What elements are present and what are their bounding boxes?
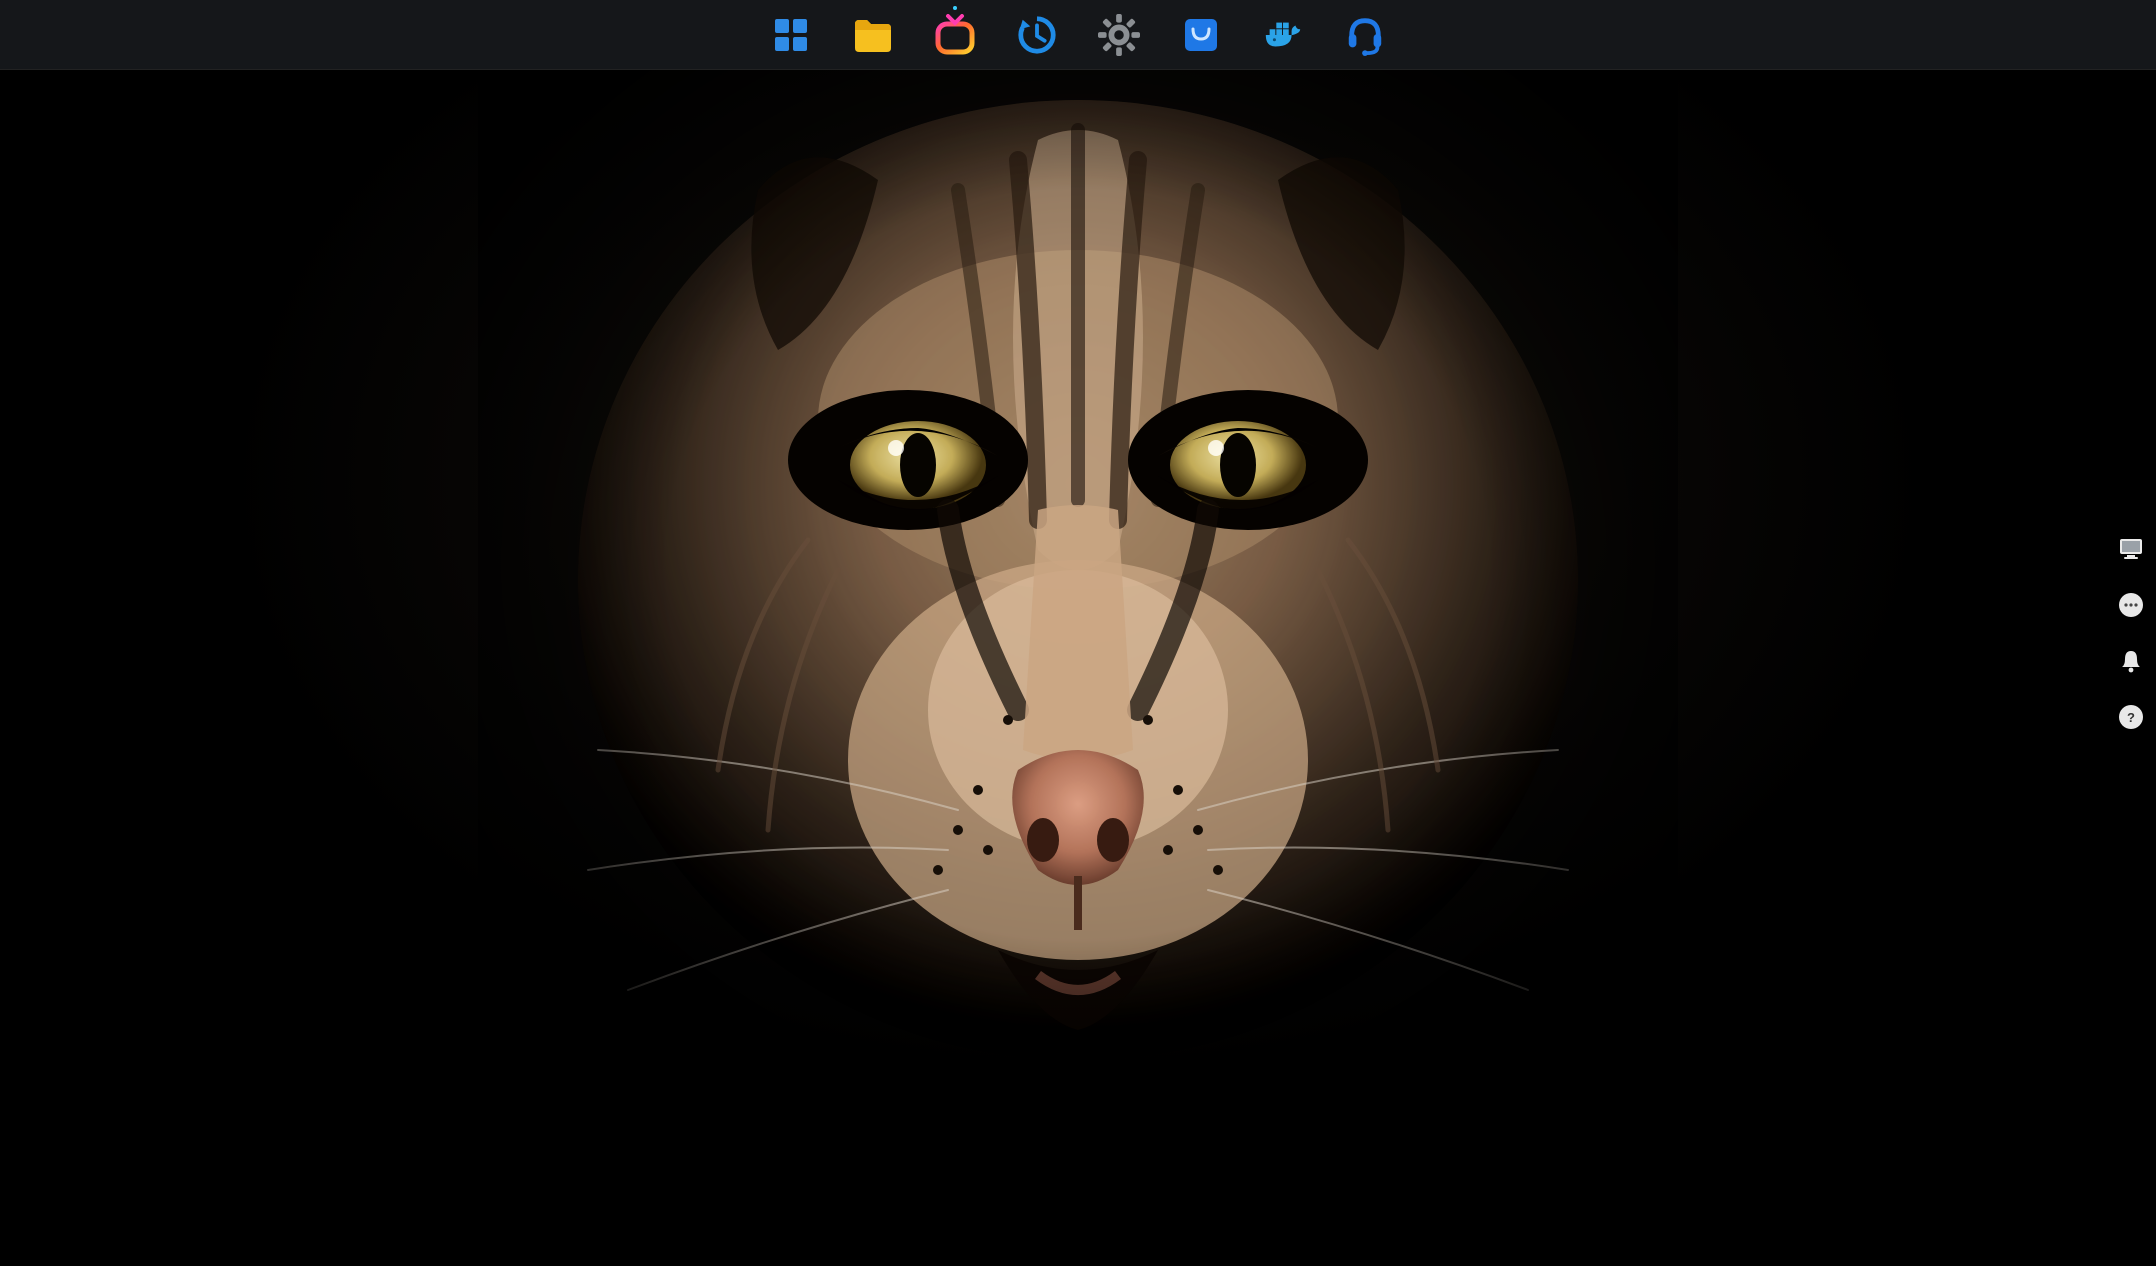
clock-icon (1016, 13, 1058, 57)
grid-icon (771, 15, 811, 55)
monitor-icon (2119, 538, 2143, 560)
taskbar-item-backup[interactable] (1016, 14, 1058, 56)
docker-icon (1262, 15, 1304, 55)
headset-icon (1344, 14, 1386, 56)
taskbar-item-support[interactable] (1344, 14, 1386, 56)
gear-icon (1098, 13, 1140, 57)
taskbar (0, 0, 2156, 70)
taskbar-item-docker[interactable] (1262, 14, 1304, 56)
side-widget-pc[interactable] (2118, 536, 2144, 562)
folder-icon (853, 16, 893, 54)
notification-dot-icon (953, 6, 957, 10)
tv-icon (934, 14, 976, 56)
side-widget-chat[interactable] (2118, 592, 2144, 618)
side-panel: ? (2118, 536, 2144, 730)
taskbar-item-store[interactable] (1180, 14, 1222, 56)
help-icon: ? (2119, 705, 2143, 729)
taskbar-item-settings[interactable] (1098, 14, 1140, 56)
bell-icon (2120, 649, 2142, 673)
chat-icon (2119, 593, 2143, 617)
taskbar-item-files[interactable] (852, 14, 894, 56)
side-widget-help[interactable]: ? (2118, 704, 2144, 730)
bag-icon (1181, 15, 1221, 55)
side-widget-notify[interactable] (2118, 648, 2144, 674)
taskbar-item-apps[interactable] (770, 14, 812, 56)
wallpaper-subject-wildcat (478, 70, 1678, 1170)
taskbar-item-media[interactable] (934, 14, 976, 56)
